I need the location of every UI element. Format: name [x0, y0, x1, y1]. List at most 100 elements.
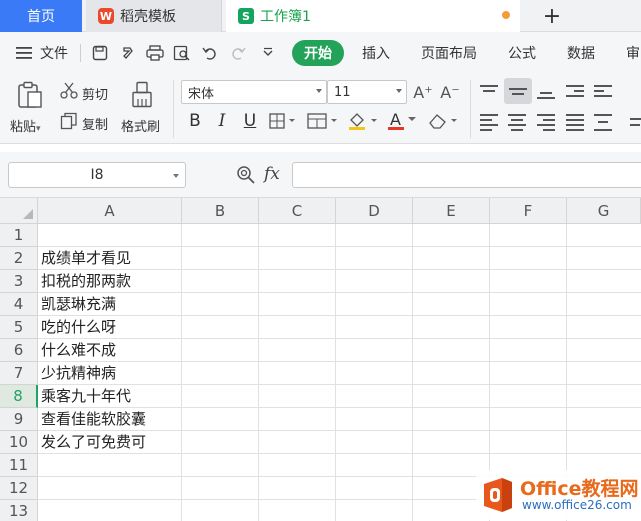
font-color-icon[interactable]: A: [386, 110, 420, 132]
menu-file[interactable]: 文件: [40, 43, 68, 63]
row-header-11[interactable]: 11: [0, 454, 38, 477]
scissors-icon[interactable]: [60, 82, 78, 100]
font-color-swatch: [388, 127, 404, 130]
quick-access-dropdown-icon[interactable]: [258, 43, 278, 63]
italic-button[interactable]: I: [212, 110, 232, 132]
cell-a5[interactable]: 吃的什么呀: [41, 316, 116, 339]
decrease-indent-icon[interactable]: [566, 84, 584, 100]
cell-a3[interactable]: 扣税的那两款: [41, 270, 131, 293]
formula-input[interactable]: [292, 162, 641, 188]
column-header-g[interactable]: G: [567, 198, 641, 224]
align-center-icon[interactable]: [508, 114, 526, 131]
table-row[interactable]: [38, 339, 641, 362]
tab-workbook-label: 工作簿1: [260, 9, 311, 25]
row-header-10[interactable]: 10: [0, 431, 38, 454]
hamburger-menu-icon[interactable]: [14, 43, 34, 63]
borders-icon[interactable]: [268, 112, 298, 130]
underline-button[interactable]: U: [240, 110, 260, 132]
ribbon-divider: [470, 80, 471, 138]
font-size-select[interactable]: 11: [327, 80, 407, 104]
column-header-b[interactable]: B: [182, 198, 259, 224]
name-box[interactable]: I8: [8, 162, 186, 188]
row-header-12[interactable]: 12: [0, 477, 38, 500]
distributed-align-icon[interactable]: [594, 114, 612, 131]
cell-a10[interactable]: 发么了可免费可: [41, 431, 146, 454]
watermark-title: Office教程网: [520, 478, 639, 500]
table-row[interactable]: [38, 362, 641, 385]
bold-button[interactable]: B: [185, 110, 205, 132]
fx-button[interactable]: fx: [264, 164, 280, 184]
row-header-9[interactable]: 9: [0, 408, 38, 431]
justify-icon[interactable]: [566, 114, 584, 131]
zoom-lookup-icon[interactable]: [236, 165, 256, 185]
format-painter-button[interactable]: 格式刷: [121, 116, 160, 135]
print-icon[interactable]: [145, 43, 165, 63]
menu-start[interactable]: 开始: [292, 40, 344, 66]
copy-button[interactable]: 复制: [82, 114, 108, 133]
shrink-font-icon[interactable]: A⁻: [440, 82, 460, 102]
name-box-value: I8: [90, 167, 104, 183]
fill-color-icon[interactable]: [346, 110, 380, 132]
merge-cells-icon[interactable]: [306, 112, 340, 130]
align-middle-button[interactable]: [504, 78, 532, 104]
select-all-corner[interactable]: [0, 198, 38, 224]
cell-a9[interactable]: 查看佳能软胶囊: [41, 408, 146, 431]
table-row[interactable]: [38, 293, 641, 316]
table-row[interactable]: [38, 316, 641, 339]
grow-font-icon[interactable]: A⁺: [413, 82, 433, 102]
new-tab-button[interactable]: +: [540, 3, 564, 29]
menu-page-layout[interactable]: 页面布局: [421, 43, 477, 63]
cell-a6[interactable]: 什么难不成: [41, 339, 116, 362]
cell-a4[interactable]: 凯瑟琳充满: [41, 293, 116, 316]
paste-button[interactable]: 粘贴▾: [10, 116, 41, 135]
column-header-f[interactable]: F: [490, 198, 567, 224]
row-header-8[interactable]: 8: [0, 385, 38, 408]
save-icon[interactable]: [90, 43, 110, 63]
increase-indent-icon[interactable]: [594, 84, 612, 100]
row-header-1[interactable]: 1: [0, 224, 38, 247]
wrap-text-icon[interactable]: [630, 114, 641, 130]
format-painter-icon[interactable]: [128, 80, 156, 110]
font-name-caret-icon: [316, 89, 322, 93]
tab-template[interactable]: W 稻壳模板: [86, 0, 222, 32]
menu-formulas[interactable]: 公式: [508, 43, 536, 63]
align-bottom-icon[interactable]: [537, 84, 555, 100]
ribbon-divider: [173, 80, 174, 138]
font-name-select[interactable]: 宋体: [181, 80, 327, 104]
export-icon[interactable]: [118, 43, 138, 63]
cell-a8[interactable]: 乘客九十年代: [41, 385, 131, 408]
column-header-c[interactable]: C: [259, 198, 336, 224]
menu-insert[interactable]: 插入: [362, 43, 390, 63]
paste-icon[interactable]: [14, 80, 46, 110]
redo-icon[interactable]: [228, 43, 248, 63]
undo-icon[interactable]: [200, 43, 220, 63]
tab-home-label: 首页: [27, 9, 55, 25]
menu-review[interactable]: 审: [626, 43, 640, 63]
align-left-icon[interactable]: [480, 114, 498, 131]
tab-bar: 首页 W 稻壳模板 S 工作簿1 +: [0, 0, 641, 32]
print-preview-icon[interactable]: [172, 43, 192, 63]
row-header-5[interactable]: 5: [0, 316, 38, 339]
column-header-d[interactable]: D: [336, 198, 413, 224]
clear-format-icon[interactable]: [426, 110, 460, 132]
align-top-icon[interactable]: [480, 84, 498, 100]
column-header-a[interactable]: A: [38, 198, 182, 224]
cell-a2[interactable]: 成绩单才看见: [41, 247, 131, 270]
row-header-2[interactable]: 2: [0, 247, 38, 270]
tab-home[interactable]: 首页: [0, 0, 82, 32]
column-header-e[interactable]: E: [413, 198, 490, 224]
row-header-13[interactable]: 13: [0, 500, 38, 521]
unsaved-dot-icon: [502, 11, 510, 19]
cell-a7[interactable]: 少抗精神病: [41, 362, 116, 385]
row-header-4[interactable]: 4: [0, 293, 38, 316]
row-header-6[interactable]: 6: [0, 339, 38, 362]
cut-button[interactable]: 剪切: [82, 84, 108, 103]
copy-icon[interactable]: [60, 112, 78, 130]
row-header-3[interactable]: 3: [0, 270, 38, 293]
tab-workbook[interactable]: S 工作簿1: [226, 0, 520, 32]
menu-data[interactable]: 数据: [567, 43, 595, 63]
row-header-7[interactable]: 7: [0, 362, 38, 385]
align-right-icon[interactable]: [537, 114, 555, 131]
formula-bar: I8 fx: [0, 152, 641, 198]
table-row[interactable]: [38, 224, 641, 247]
